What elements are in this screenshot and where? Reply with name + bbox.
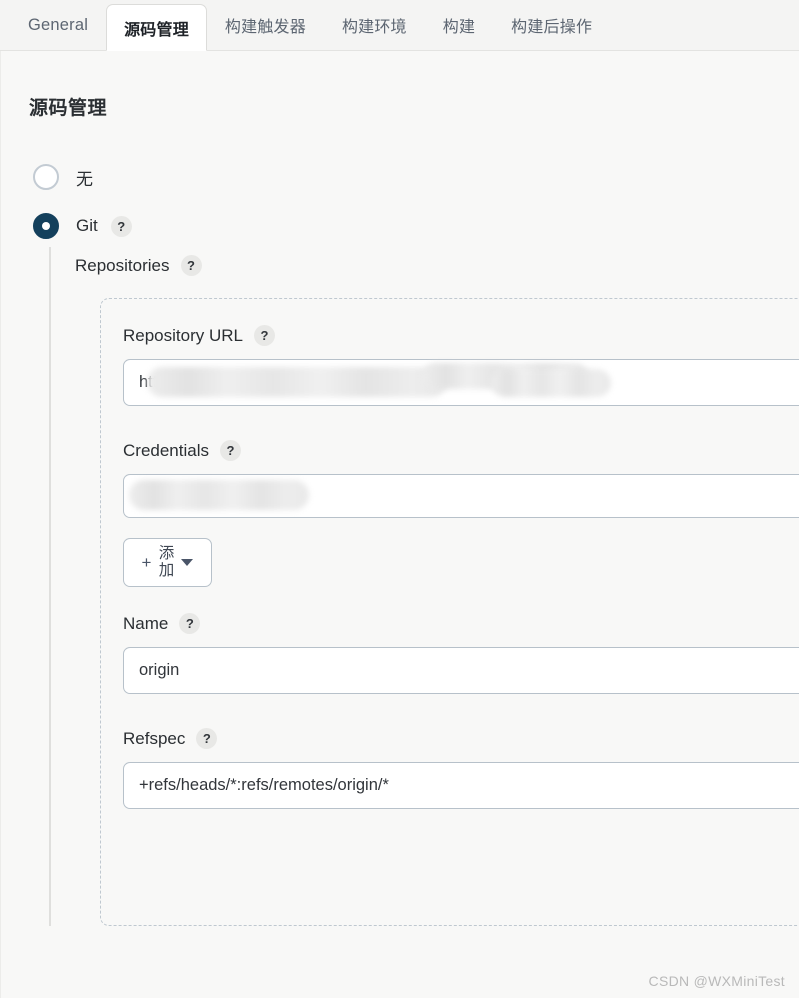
add-credential-label: 添加	[158, 544, 175, 579]
field-refspec: Refspec ? +refs/heads/*:refs/remotes/ori…	[123, 728, 799, 809]
help-icon-repositories[interactable]: ?	[180, 255, 202, 276]
field-name: Name ? origin	[123, 613, 799, 694]
refspec-label: Refspec	[123, 728, 186, 748]
help-icon-refspec[interactable]: ?	[196, 728, 218, 749]
tab-source-code-management[interactable]: 源码管理	[106, 4, 207, 51]
scm-option-git-label: Git	[76, 216, 98, 235]
config-content-panel: 源码管理 无 Git ? Repositories ? Repository U…	[0, 51, 799, 998]
tab-build-environment[interactable]: 构建环境	[324, 4, 425, 46]
repository-url-value-middle: bms/minitest	[157, 373, 250, 391]
tab-build[interactable]: 构建	[425, 4, 493, 46]
credentials-value: *****	[259, 487, 289, 504]
tab-label: 构建触发器	[224, 19, 306, 36]
repositories-label: Repositories	[75, 255, 170, 275]
tab-label: 源码管理	[124, 21, 189, 39]
csdn-watermark: CSDN @WXMiniTest	[648, 973, 785, 989]
help-icon-git[interactable]: ?	[110, 215, 132, 237]
scm-option-none-label: 无	[76, 169, 93, 189]
chevron-down-icon[interactable]	[181, 559, 194, 566]
tab-label: General	[28, 15, 89, 34]
tab-list: General 源码管理 构建触发器 构建环境 构建 构建后操作	[0, 0, 610, 51]
tab-general[interactable]: General	[10, 4, 106, 46]
repository-url-value-suffix: .git	[249, 373, 272, 391]
tab-build-triggers[interactable]: 构建触发器	[207, 4, 324, 46]
credentials-label: Credentials	[123, 440, 209, 460]
tab-label: 构建后操作	[511, 19, 593, 36]
refspec-input[interactable]: +refs/heads/*:refs/remotes/origin/*	[123, 762, 799, 809]
name-label: Name	[123, 613, 169, 633]
scm-option-git[interactable]: Git ?	[33, 213, 132, 239]
tab-post-build-actions[interactable]: 构建后操作	[493, 4, 610, 46]
tab-label: 构建环境	[341, 19, 407, 36]
plus-icon: +	[141, 553, 152, 572]
page-title: 源码管理	[29, 98, 108, 119]
credentials-label-row: Credentials ?	[123, 440, 799, 461]
tab-label: 构建	[442, 19, 476, 36]
config-tab-bar: General 源码管理 构建触发器 构建环境 构建 构建后操作	[0, 0, 799, 51]
credentials-select[interactable]: *****	[123, 474, 799, 518]
repository-url-input[interactable]: httbms/minitest.git	[123, 359, 799, 406]
repository-url-value-prefix: htt	[139, 373, 158, 391]
field-repository-url: Repository URL ? httbms/minitest.git	[123, 325, 799, 406]
repository-card: Repository URL ? httbms/minitest.git Cre…	[100, 298, 799, 926]
add-credential-button[interactable]: + 添加	[123, 538, 212, 587]
help-icon-credentials[interactable]: ?	[220, 440, 241, 461]
refspec-label-row: Refspec ?	[123, 728, 799, 749]
help-icon-name[interactable]: ?	[179, 613, 201, 634]
field-credentials: Credentials ? ***** + 添加	[123, 440, 799, 587]
radio-button-git[interactable]	[33, 213, 59, 239]
repository-url-label: Repository URL	[123, 325, 243, 345]
scm-option-none[interactable]: 无	[33, 164, 93, 190]
repositories-label-row: Repositories ?	[75, 247, 799, 276]
repository-url-label-row: Repository URL ?	[123, 325, 799, 346]
name-label-row: Name ?	[123, 613, 799, 634]
name-input[interactable]: origin	[123, 647, 799, 694]
help-icon-repository-url[interactable]: ?	[254, 325, 275, 346]
jenkins-job-config-page: General 源码管理 构建触发器 构建环境 构建 构建后操作 源码管理 无	[0, 0, 799, 998]
git-scm-nested-section: Repositories ? Repository URL ? httbms/m…	[49, 247, 799, 926]
radio-button-none[interactable]	[33, 164, 59, 190]
